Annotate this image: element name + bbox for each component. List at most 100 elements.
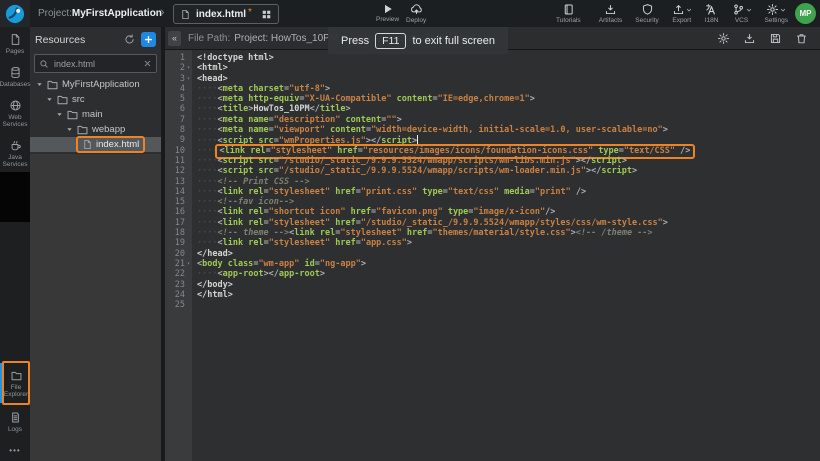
save-icon[interactable] — [769, 32, 782, 45]
line-number: 17 — [165, 218, 185, 228]
code-line-25[interactable]: 25 — [165, 300, 820, 310]
gear-icon[interactable] — [717, 32, 730, 45]
sidebar-item-label: Pages — [6, 48, 24, 55]
code-line-24[interactable]: 24</html> — [165, 290, 820, 300]
sidebar-item-databases[interactable]: Databases — [0, 60, 30, 93]
code-line-6[interactable]: 6····<title>HowTos_10PM</title> — [165, 104, 820, 114]
fold-marker-icon[interactable]: ▾ — [185, 259, 192, 269]
line-number: 5 — [165, 94, 185, 104]
cloud-upload-icon — [410, 3, 423, 16]
vcs-button[interactable]: VCS — [732, 3, 752, 24]
fold-gutter — [185, 94, 192, 104]
settings-button[interactable]: Settings — [765, 3, 789, 24]
trash-icon[interactable] — [795, 32, 808, 45]
code-line-10[interactable]: 10····<link rel="stylesheet" href="resou… — [165, 146, 820, 156]
sidebar-more-dots[interactable]: ••• — [9, 446, 20, 455]
code-line-15[interactable]: 15····<!--fav icon--> — [165, 197, 820, 207]
code-line-14[interactable]: 14····<link rel="stylesheet" href="print… — [165, 187, 820, 197]
code-line-content: ····<link rel="stylesheet" href="app.css… — [192, 238, 412, 248]
tutorials-button[interactable]: Tutorials — [556, 3, 581, 24]
gear-icon — [766, 3, 779, 16]
sidebar-item-label: Web Services — [0, 114, 30, 128]
caret-down-icon[interactable] — [56, 111, 63, 118]
security-button[interactable]: Security — [635, 3, 658, 24]
code-line-19[interactable]: 19 ····<link rel="stylesheet" href="app.c… — [165, 238, 820, 248]
code-line-content: ····<script src="/studio/_static_/9.9.9.… — [192, 166, 637, 176]
vcs-label: VCS — [735, 17, 748, 24]
deploy-button[interactable]: Deploy — [406, 3, 426, 24]
code-line-content: ····<meta charset="utf-8"> — [192, 84, 330, 94]
code-line-21[interactable]: 21▾<body class="wm-app" id="ng-app"> — [165, 259, 820, 269]
fold-gutter — [185, 300, 192, 310]
log-icon — [9, 411, 22, 424]
i18n-button[interactable]: I18N — [705, 3, 719, 24]
tree-node-index-html[interactable]: index.html — [30, 137, 161, 152]
code-line-12[interactable]: 12····<script src="/studio/_static_/9.9.… — [165, 166, 820, 176]
artifacts-button[interactable]: Artifacts — [599, 3, 622, 24]
tree-node-myfirstapplication[interactable]: MyFirstApplication — [30, 77, 161, 92]
line-number: 10 — [165, 146, 185, 156]
sidebar-item-label: Java Services — [0, 154, 30, 168]
code-line-7[interactable]: 7····<meta name="description" content=""… — [165, 115, 820, 125]
fold-gutter — [185, 187, 192, 197]
fold-marker-icon[interactable]: ▾ — [185, 74, 192, 84]
folder-icon — [76, 123, 89, 136]
caret-down-icon[interactable] — [36, 81, 43, 88]
code-line-23[interactable]: 23</body> — [165, 280, 820, 290]
settings-label: Settings — [765, 17, 789, 24]
tab-index-html[interactable]: index.html * — [173, 4, 279, 24]
tree-node-main[interactable]: main — [30, 107, 161, 122]
code-line-content: ····<meta http-equiv="X-UA-Compatible" c… — [192, 94, 535, 104]
export-button[interactable]: Export — [672, 3, 692, 24]
refresh-icon[interactable] — [123, 33, 136, 46]
code-line-2[interactable]: 2▾<html> — [165, 63, 820, 73]
sidebar-item-web-services[interactable]: Web Services — [0, 93, 30, 133]
avatar[interactable]: MP — [795, 3, 816, 24]
preview-button[interactable]: Preview — [376, 3, 399, 23]
resource-search-box — [34, 54, 157, 73]
line-number: 19 — [165, 238, 185, 248]
code-line-18[interactable]: 18····<!-- theme --><link rel="styleshee… — [165, 228, 820, 238]
code-line-8[interactable]: 8····<meta name="viewport" content="widt… — [165, 125, 820, 135]
code-line-22[interactable]: 22····<app-root></app-root> — [165, 269, 820, 279]
search-input[interactable] — [52, 58, 140, 70]
line-number: 3 — [165, 74, 185, 84]
tree-node-webapp[interactable]: webapp — [30, 122, 161, 137]
caret-down-icon[interactable] — [46, 96, 53, 103]
sidebar-item-java-services[interactable]: Java Services — [0, 133, 30, 173]
code-line-13[interactable]: 13····<!-- Print CSS --> — [165, 177, 820, 187]
i18n-label: I18N — [705, 17, 719, 24]
download-tray-icon[interactable] — [743, 32, 756, 45]
sidebar-item-logs[interactable]: Logs — [0, 405, 30, 438]
line-number: 15 — [165, 197, 185, 207]
resources-panel: Resources MyFirstApplicationsrcmainwebap… — [30, 27, 161, 461]
code-line-16[interactable]: 16····<link rel="shortcut icon" href="fa… — [165, 207, 820, 217]
fold-gutter — [185, 218, 192, 228]
line-number: 18 — [165, 228, 185, 238]
code-line-20[interactable]: 20</head> — [165, 249, 820, 259]
sidebar-item-file-explorer[interactable]: File Explorer — [2, 361, 30, 405]
code-line-4[interactable]: 4 ····<meta charset="utf-8"> — [165, 84, 820, 94]
sidebar-item-pages[interactable]: Pages — [0, 27, 30, 60]
tree-node-label: main — [82, 109, 103, 120]
fold-marker-icon[interactable]: ▾ — [185, 63, 192, 73]
grid-icon[interactable] — [261, 9, 272, 20]
code-line-5[interactable]: 5 ····<meta http-equiv="X-UA-Compatible" … — [165, 94, 820, 104]
close-icon[interactable] — [143, 59, 152, 68]
code-line-11[interactable]: 11····<script src="/studio/_static_/9.9.… — [165, 156, 820, 166]
code-line-17[interactable]: 17····<link rel="stylesheet" href="/stud… — [165, 218, 820, 228]
folder-icon — [56, 93, 69, 106]
line-number: 4 — [165, 84, 185, 94]
project-breadcrumb[interactable]: Project:MyFirstApplication — [38, 0, 162, 27]
wavemaker-logo[interactable] — [0, 0, 30, 27]
code-line-3[interactable]: 3▾<head> — [165, 74, 820, 84]
tree-node-src[interactable]: src — [30, 92, 161, 107]
fold-gutter — [185, 269, 192, 279]
caret-down-icon[interactable] — [66, 126, 73, 133]
add-resource-button[interactable] — [141, 32, 156, 47]
fold-gutter — [185, 238, 192, 248]
code-line-1[interactable]: 1<!doctype html> — [165, 53, 820, 63]
tree-node-label: src — [72, 94, 85, 105]
chevron-down-icon — [686, 7, 692, 13]
collapse-panel-button[interactable]: « — [168, 31, 181, 46]
